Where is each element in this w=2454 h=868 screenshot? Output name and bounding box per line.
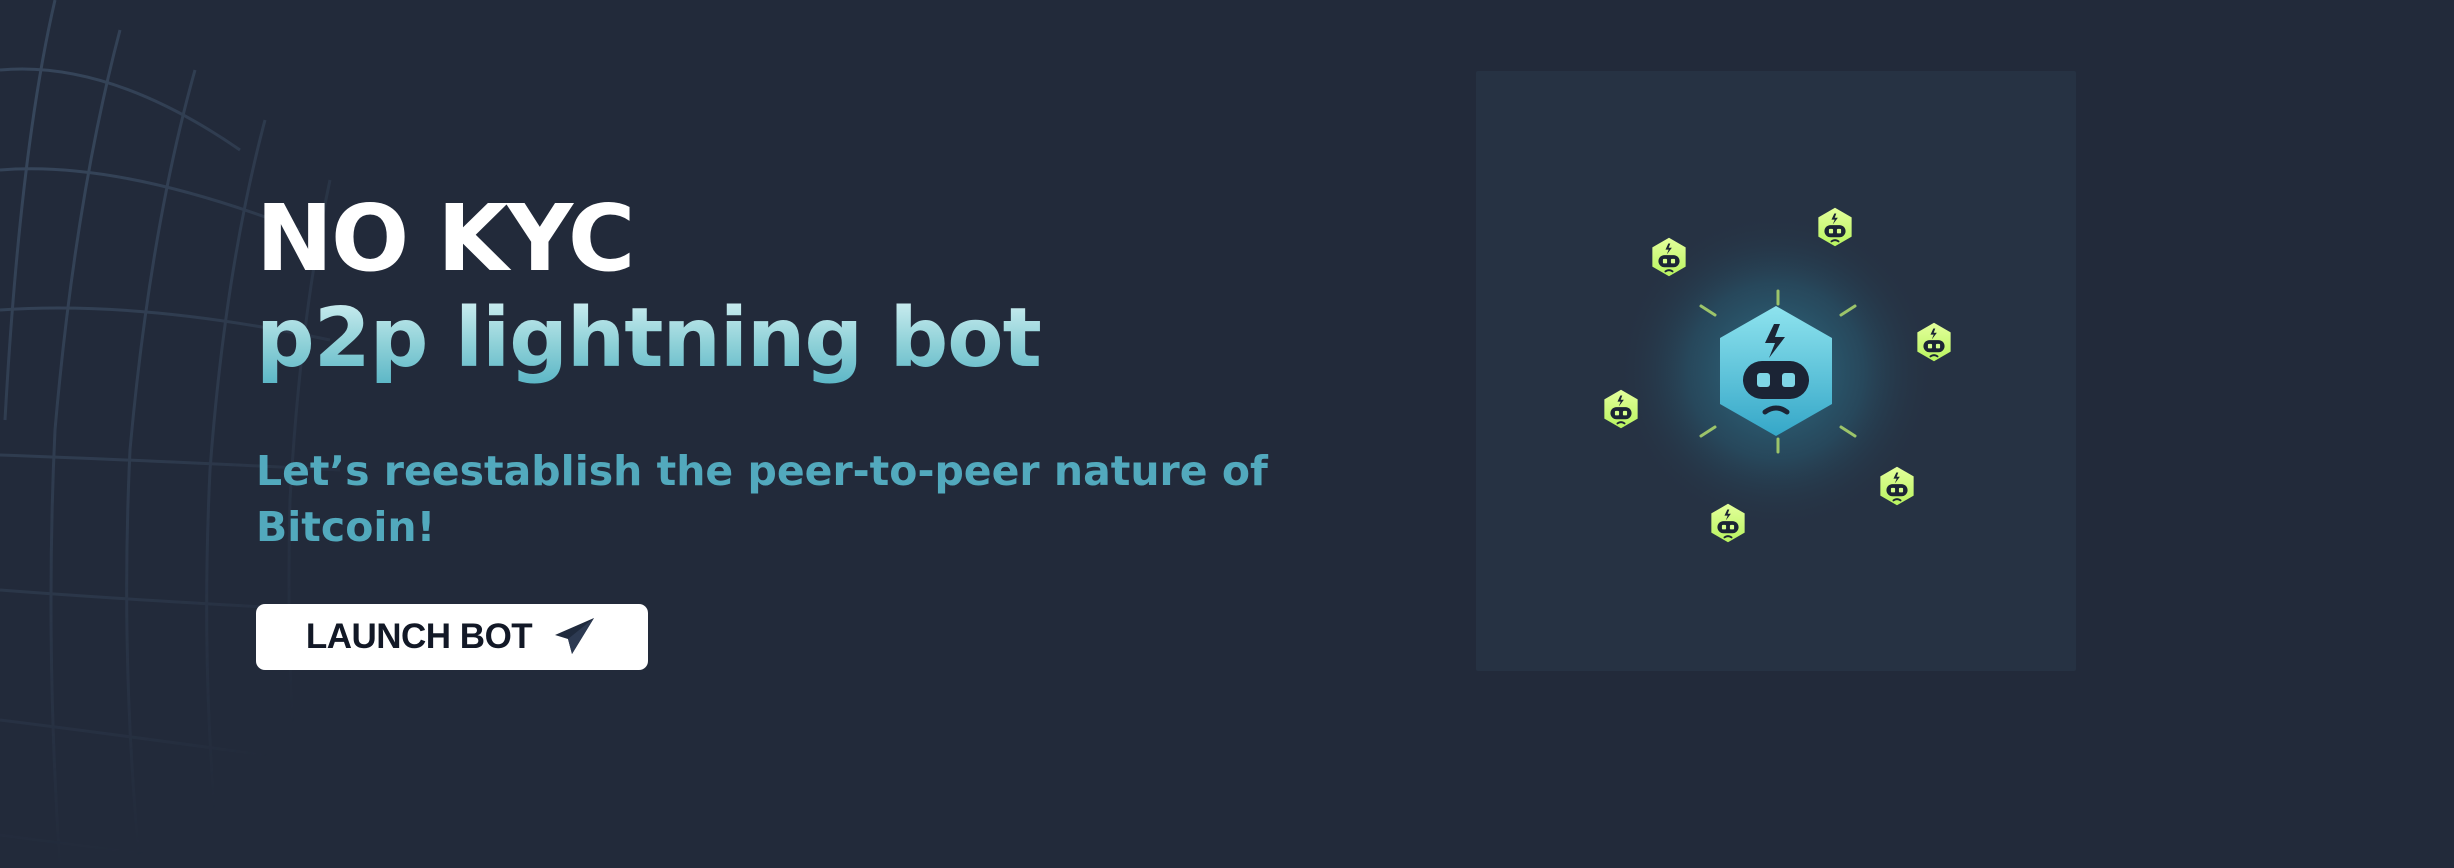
hero-tagline: Let’s reestablish the peer-to-peer natur… bbox=[256, 447, 1268, 551]
hero: NO KYC p2p lightning bot Let’s reestabli… bbox=[256, 185, 1416, 555]
paper-plane-icon bbox=[555, 618, 595, 654]
launch-bot-label: LAUNCH BOT bbox=[305, 617, 533, 656]
launch-bot-button[interactable]: LAUNCH BOT bbox=[256, 604, 648, 670]
hero-title: NO KYC bbox=[256, 185, 635, 292]
robot-network-illustration bbox=[1604, 206, 1951, 543]
illustration-panel bbox=[1476, 71, 2076, 671]
hero-subtitle: p2p lightning bot bbox=[256, 293, 1416, 385]
